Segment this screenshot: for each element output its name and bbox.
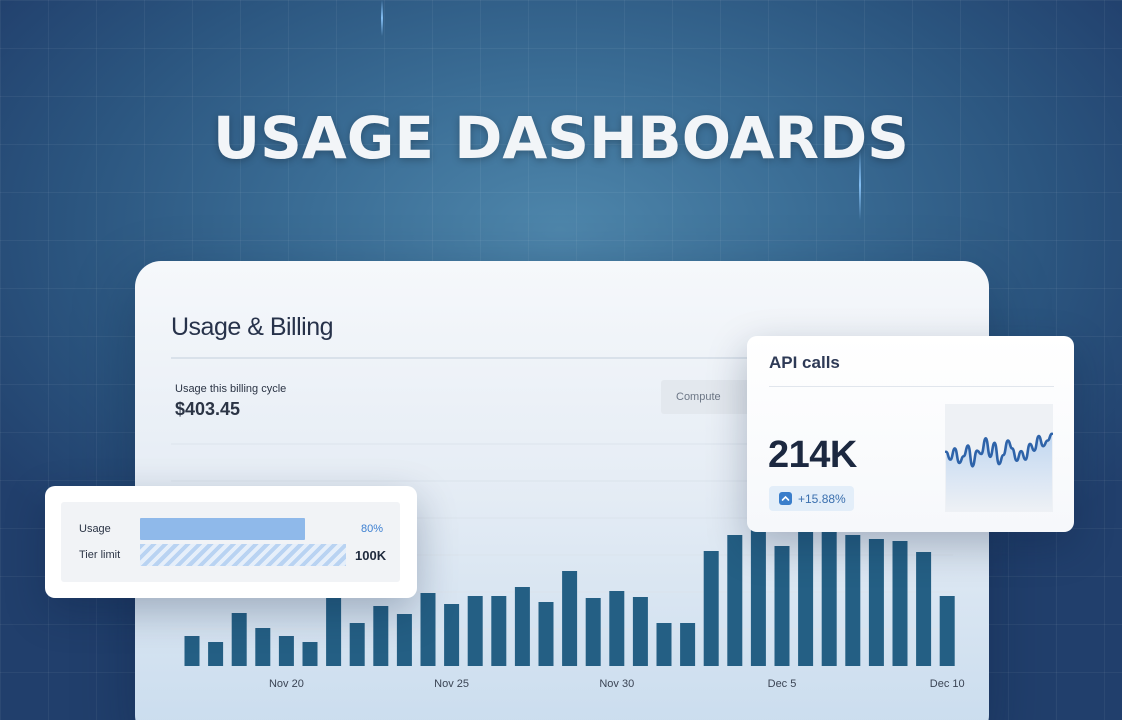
api-calls-card: API calls 214K +15.88% [747,336,1074,532]
chart-bar [774,546,790,666]
billing-cycle-label: Usage this billing cycle [175,383,287,395]
x-tick-label: Nov 25 [434,678,469,690]
chart-bar [632,597,648,666]
chart-bar [750,519,766,666]
chart-bar [514,587,530,666]
chart-bar [444,604,460,666]
chart-bar [892,541,908,666]
billing-cycle-amount: $403.45 [175,399,241,419]
chart-bar [373,606,389,666]
compute-filter-button[interactable]: Compute [661,380,751,414]
chart-bar [349,623,365,666]
x-tick-label: Dec 5 [768,678,797,690]
x-tick-label: Dec 10 [930,678,965,690]
api-calls-value: 214K [768,434,857,476]
chart-bar [208,642,224,666]
chart-bar [798,529,814,666]
chart-bar [939,596,955,666]
tier-limit-label: Tier limit [79,549,121,561]
chart-bar [302,642,318,666]
chart-bar [420,593,436,666]
chart-bar [491,596,507,666]
change-percent: +15.88% [798,491,846,506]
chart-bar [703,551,719,666]
chart-bar [231,613,247,666]
api-calls-sparkline [945,404,1053,512]
chart-bar [278,636,294,666]
tier-limit-bar [140,544,346,566]
chart-bar [609,591,625,666]
chart-bar [585,598,601,666]
usage-label: Usage [79,523,111,535]
page-title: Usage & Billing [171,313,334,341]
chart-bar [396,614,412,666]
light-streak [381,0,383,36]
change-badge: +15.88% [769,486,854,511]
x-tick-label: Nov 20 [269,678,304,690]
chart-bar [821,524,837,666]
chart-bar [184,636,200,666]
usage-tier-panel: Usage 80% Tier limit 100K [61,502,400,582]
chart-bar [326,598,342,666]
api-card-divider [769,386,1054,387]
api-calls-title: API calls [769,353,840,372]
x-tick-label: Nov 30 [599,678,634,690]
chart-bar [916,552,932,666]
usage-percent: 80% [361,523,384,535]
tier-limit-value: 100K [355,548,387,563]
chart-bar [538,602,554,666]
usage-tier-card: Usage 80% Tier limit 100K [45,486,417,598]
chart-bar [680,623,696,666]
chart-bar [656,623,672,666]
chart-bar [562,571,578,666]
chart-bar [868,539,884,666]
hero-title: USAGE DASHBOARDS [213,104,909,172]
chart-bar [467,596,483,666]
trend-up-icon [779,492,792,505]
chart-bar [727,535,743,666]
chart-bar [845,535,861,666]
chart-bar [255,628,271,666]
usage-progress-bar [140,518,305,540]
chart-x-axis: Nov 20 Nov 25 Nov 30 Dec 5 Dec 10 [269,678,965,690]
